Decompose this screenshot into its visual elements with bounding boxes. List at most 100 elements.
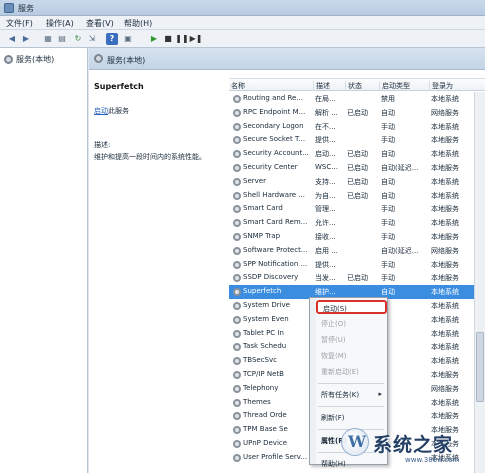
context-menu-item[interactable]: 重新启动(E) (316, 364, 387, 378)
vertical-scrollbar[interactable] (474, 92, 485, 473)
console-tree: 服务(本地) (0, 48, 88, 473)
context-menu-item-label: 启动(S) (323, 305, 347, 313)
start-service-suffix: 此服务 (108, 107, 129, 115)
menu-bar: 文件(F) 操作(A) 查看(V) 帮助(H) (0, 16, 485, 30)
service-desc-cell: 在局... (315, 95, 336, 103)
service-row[interactable]: Security Center WSC... 已启动 自动(延迟... 本地服务 (229, 161, 474, 175)
gear-icon (233, 357, 241, 366)
service-row[interactable]: Secondary Logon 在不... 手动 本地系统 (229, 120, 474, 134)
service-logon-cell: 本地系统 (431, 122, 459, 131)
service-row[interactable]: Smart Card Rem... 允许... 手动 本地系统 (229, 216, 474, 230)
service-startup-cell: 自动 (381, 150, 395, 159)
gear-icon (233, 108, 241, 117)
service-row[interactable]: Smart Card 管理... 手动 本地服务 (229, 202, 474, 216)
service-logon-cell: 本地服务 (431, 164, 459, 172)
service-desc-cell: 支持... (315, 177, 336, 186)
service-desc-cell: 接收... (315, 233, 336, 241)
menu-file[interactable]: 文件(F) (6, 18, 33, 29)
forward-arrow-icon[interactable]: ▶ (20, 33, 32, 45)
scrollbar-thumb[interactable] (476, 332, 484, 402)
properties-list-icon[interactable]: ▤ (56, 33, 68, 45)
service-name-cell: TCP/IP NetB (243, 370, 284, 378)
description-label: 描述: (94, 141, 111, 149)
service-logon-cell: 本地系统 (431, 288, 459, 297)
tree-node-services-local[interactable]: 服务(本地) (4, 54, 54, 65)
service-desc-cell: 允许... (315, 219, 336, 228)
service-row[interactable]: Server 支持... 已启动 自动 本地系统 (229, 175, 474, 189)
service-logon-cell: 网络服务 (431, 246, 459, 255)
service-name-cell: Routing and Re... (243, 94, 303, 102)
column-log-on-as[interactable]: 登录为 (429, 81, 474, 91)
menu-action[interactable]: 操作(A) (46, 18, 74, 29)
restart-service-icon[interactable]: ▶❚ (190, 33, 203, 45)
service-name-cell: Tablet PC In (243, 328, 284, 337)
context-menu-item[interactable]: 恢复(M) (316, 348, 387, 362)
gear-icon (233, 95, 241, 103)
column-name[interactable]: 名称 (229, 81, 311, 91)
service-row[interactable]: Security Account... 启动... 已启动 自动 本地系统 (229, 147, 474, 161)
service-desc-cell: 启用 ... (315, 246, 338, 255)
service-row[interactable]: Software Protect... 启用 ... 自动(延迟... 网络服务 (229, 244, 474, 258)
context-menu-item-label: 刷新(F) (321, 414, 345, 422)
service-logon-cell: 本地服务 (431, 205, 459, 214)
service-logon-cell: 本地系统 (431, 302, 459, 310)
tree-node-label: 服务(本地) (16, 55, 55, 64)
watermark-brand: 系统之家 (373, 434, 454, 456)
service-name-cell: Security Center (243, 163, 298, 171)
service-logon-cell: 本地系统 (431, 315, 459, 324)
services-app-icon (4, 3, 14, 13)
service-desc-cell: 当发... (315, 274, 336, 283)
service-logon-cell: 本地系统 (431, 95, 459, 103)
service-row[interactable]: RPC Endpoint M... 解析 ... 已启动 自动 网络服务 (229, 106, 474, 120)
gear-icon (233, 412, 241, 421)
service-logon-cell: 本地服务 (431, 233, 459, 241)
context-menu-item-label: 暂停(U) (321, 336, 346, 344)
gear-icon (233, 398, 241, 407)
stop-service-icon[interactable]: ■ (162, 33, 174, 45)
view-icon[interactable]: ▣ (122, 33, 134, 45)
service-name-cell: Smart Card Rem... (243, 218, 308, 227)
column-startup-type[interactable]: 启动类型 (379, 81, 429, 91)
pause-service-icon[interactable]: ❚❚ (175, 33, 188, 45)
main-pane: 服务(本地) Superfetch 启动此服务 描述: 维护和提高一段时间内的系… (89, 48, 485, 473)
toolbar: ◀ ▶ ▦ ▤ ↻ ⇲? ▣ ▶ ■ ❚❚ ▶❚ (0, 30, 485, 48)
service-name-cell: Secure Socket T... (243, 135, 306, 144)
service-row[interactable]: SSDP Discovery 当发... 已启动 手动 本地服务 (229, 271, 474, 285)
context-menu-item[interactable]: 启动(S) (316, 300, 387, 314)
service-startup-cell: 手动 (381, 233, 395, 241)
service-logon-cell: 本地系统 (431, 357, 459, 366)
service-status-cell: 已启动 (347, 150, 368, 159)
service-startup-cell: 手动 (381, 260, 395, 269)
column-description[interactable]: 描述 (313, 81, 343, 91)
service-row[interactable]: Secure Socket T... 提供... 手动 本地服务 (229, 133, 474, 147)
service-row[interactable]: Routing and Re... 在局... 禁用 本地系统 (229, 92, 474, 106)
menu-view[interactable]: 查看(V) (86, 18, 114, 29)
back-arrow-icon[interactable]: ◀ (6, 33, 18, 45)
context-menu-item[interactable]: 暂停(U) (316, 332, 387, 346)
column-status[interactable]: 状态 (345, 81, 379, 91)
service-startup-cell: 自动(延迟... (381, 246, 419, 255)
service-desc-cell: 在不... (315, 122, 336, 131)
context-menu-item-label: 恢复(M) (321, 352, 347, 360)
help-icon[interactable]: ? (106, 33, 118, 45)
start-service-icon[interactable]: ▶ (148, 33, 160, 45)
service-name-cell: TBSecSvc (243, 356, 277, 365)
gear-icon (233, 191, 241, 200)
service-row[interactable]: SPP Notification ... 提供... 手动 本地服务 (229, 258, 474, 272)
service-logon-cell: 本地服务 (431, 274, 459, 283)
refresh-icon[interactable]: ↻ (72, 33, 84, 45)
service-status-cell: 已启动 (347, 164, 368, 172)
context-menu-item[interactable]: 所有任务(K) ▸ (316, 387, 387, 401)
service-row[interactable]: Shell Hardware ... 为自... 已启动 自动 本地系统 (229, 189, 474, 203)
menu-help[interactable]: 帮助(H) (124, 18, 152, 29)
context-menu-item[interactable]: 刷新(F) (316, 410, 387, 424)
context-menu-item[interactable]: 停止(O) (316, 316, 387, 330)
service-name-cell: SSDP Discovery (243, 273, 299, 282)
watermark-logo-icon: W (341, 428, 369, 456)
gear-icon (233, 274, 241, 283)
export-list-icon[interactable]: ⇲ (86, 33, 98, 45)
service-row[interactable]: SNMP Trap 接收... 手动 本地服务 (229, 230, 474, 244)
start-service-link[interactable]: 启动 (94, 107, 108, 115)
console-tree-icon[interactable]: ▦ (42, 33, 54, 45)
service-name-cell: Telephony (243, 383, 279, 392)
